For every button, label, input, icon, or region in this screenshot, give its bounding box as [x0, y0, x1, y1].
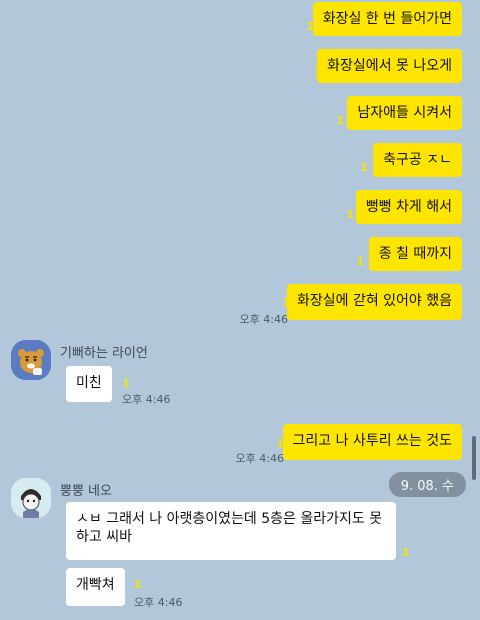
unread-count: 1: [282, 296, 290, 309]
unread-count: 1: [314, 67, 322, 80]
unread-count: 1: [346, 208, 354, 221]
unread-count: 1: [134, 578, 142, 591]
date-badge: 9. 08. 수: [388, 472, 466, 497]
unread-count: 1: [356, 255, 364, 268]
sender-name: 뿡뿡 네오: [60, 484, 112, 499]
sent-message[interactable]: 화장실에 갇혀 있어야 했음: [286, 284, 462, 320]
sent-message[interactable]: 축구공 ㅈㄴ: [373, 143, 462, 177]
unread-count: 1: [336, 114, 344, 127]
received-message[interactable]: 개빡쳐: [66, 568, 125, 606]
unread-count: 1: [306, 20, 314, 33]
message-time: 오후 4:46: [134, 596, 183, 609]
ryan-character-icon: [11, 340, 51, 380]
scrollbar[interactable]: [472, 436, 476, 480]
unread-count: 1: [122, 377, 130, 390]
sent-message[interactable]: 그리고 나 사투리 쓰는 것도: [282, 424, 462, 460]
sent-message[interactable]: 남자애들 시켜서: [347, 96, 462, 130]
received-message[interactable]: 미친: [66, 366, 112, 402]
message-time: 오후 4:46: [239, 313, 288, 326]
unread-count: 1: [360, 161, 368, 174]
neo-character-icon: [11, 478, 51, 518]
sent-message[interactable]: 뻥뻥 차게 해서: [355, 190, 462, 224]
unread-count: 1: [276, 437, 284, 450]
sent-message[interactable]: 화장실에서 못 나오게: [317, 49, 462, 83]
sent-message[interactable]: 화장실 한 번 들어가면: [312, 2, 462, 36]
unread-count: 1: [402, 546, 410, 559]
received-message[interactable]: ㅅㅂ 그래서 나 아랫층이였는데 5층은 올라가지도 못하고 씨바: [66, 502, 396, 560]
avatar[interactable]: [11, 340, 51, 380]
sender-name: 기뻐하는 라이언: [60, 346, 148, 361]
avatar[interactable]: [11, 478, 51, 518]
message-time: 오후 4:46: [235, 452, 284, 465]
sent-message[interactable]: 종 칠 때까지: [368, 237, 462, 271]
message-time: 오후 4:46: [122, 393, 171, 406]
